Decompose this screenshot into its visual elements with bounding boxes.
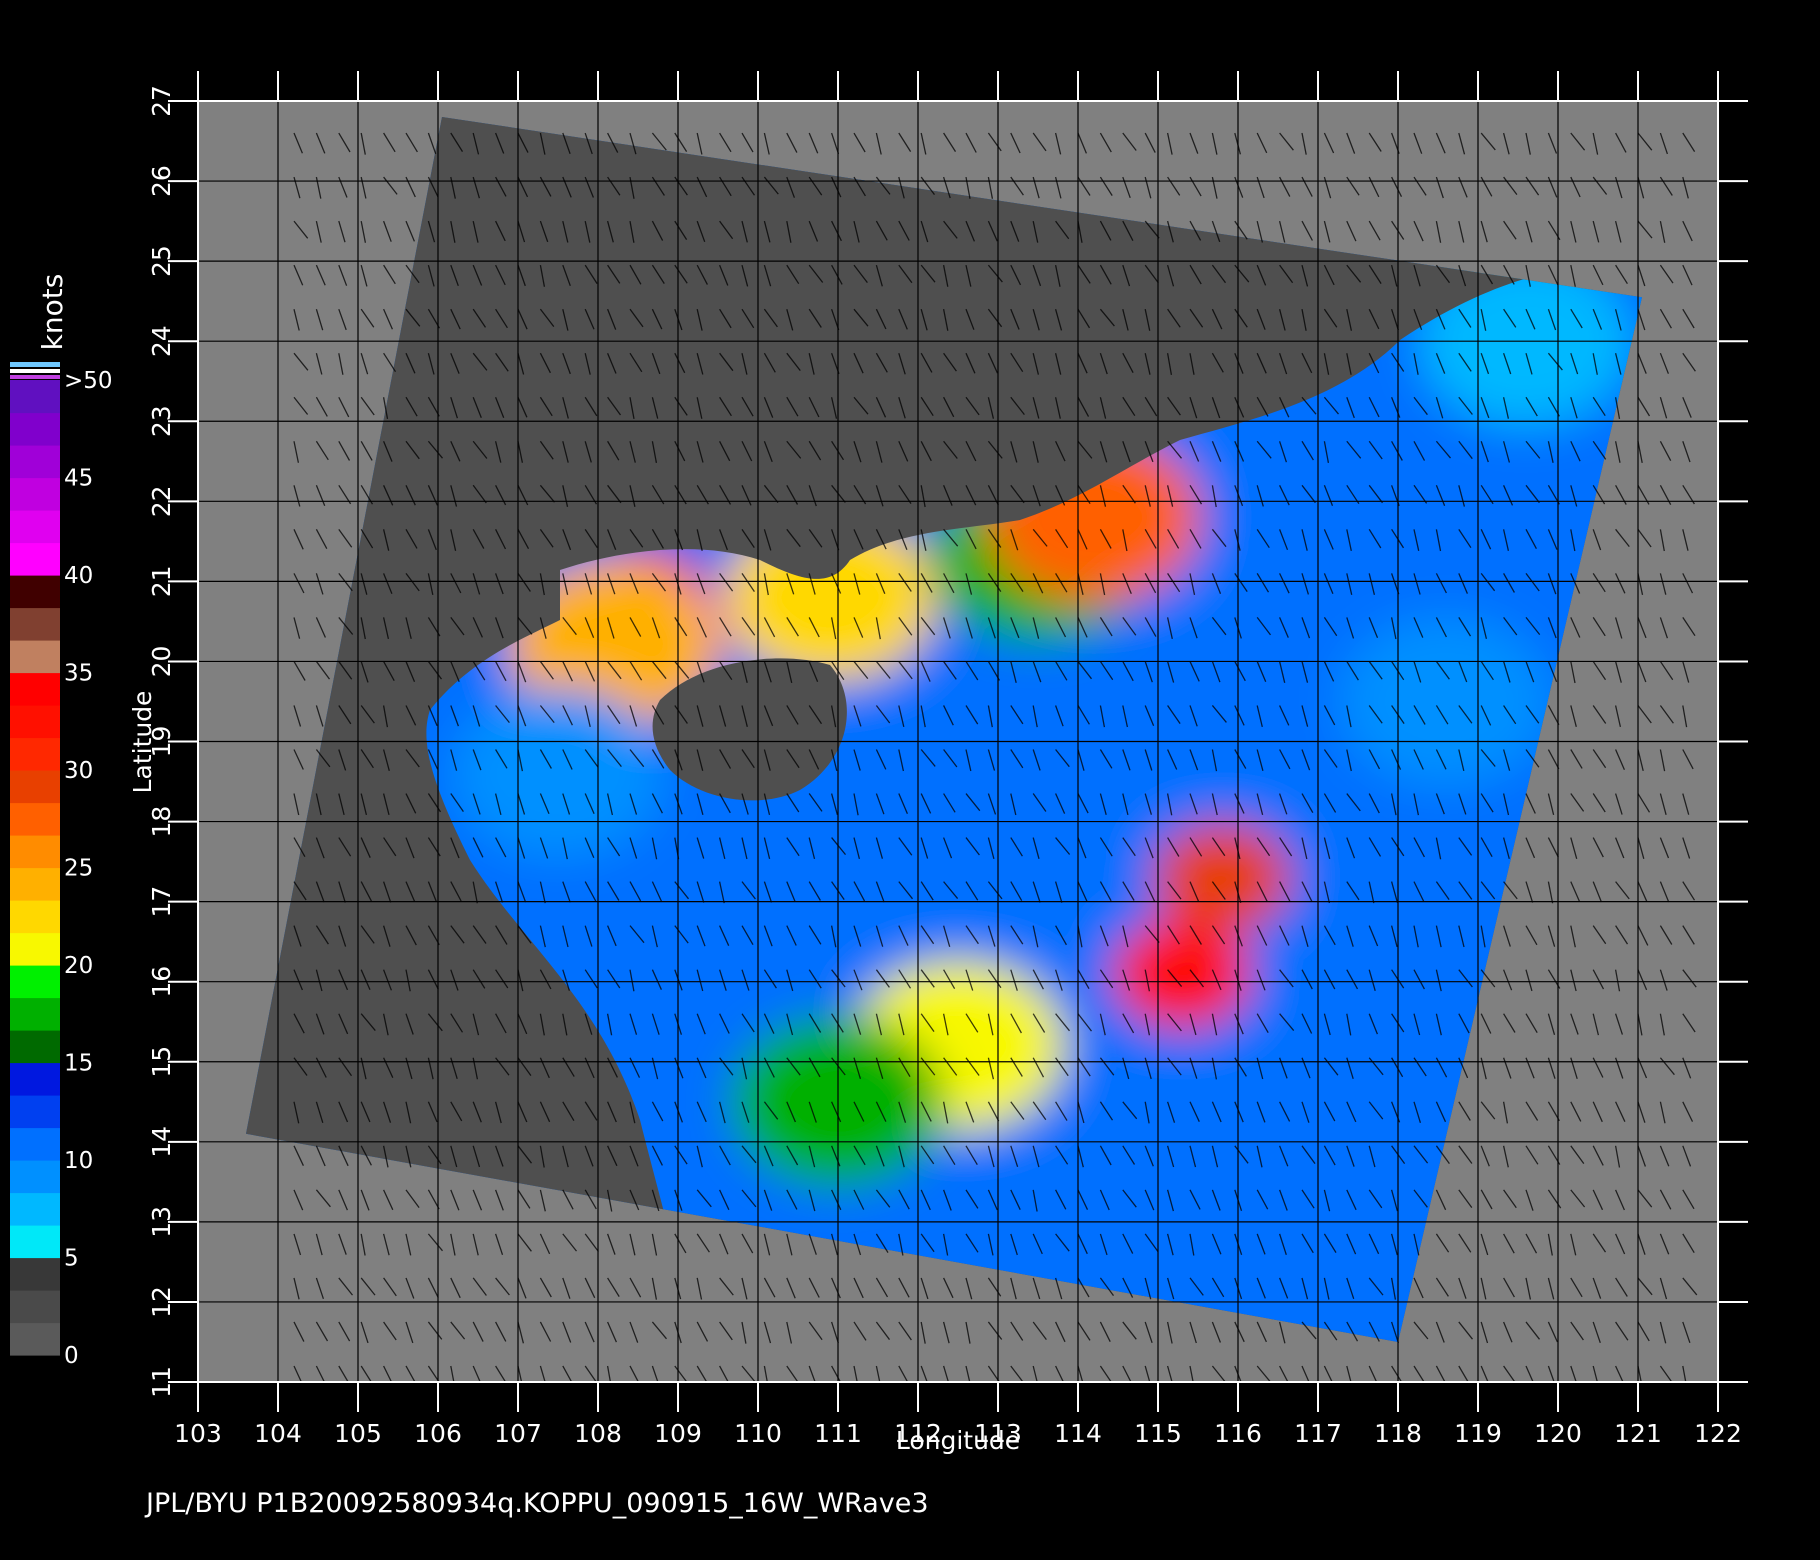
y-tick-label: 18: [147, 806, 176, 838]
colorbar-swatch: [10, 510, 60, 544]
x-tick-label: 117: [1294, 1419, 1342, 1448]
colorbar-swatch: [10, 1225, 60, 1259]
colorbar-swatch: [10, 1257, 60, 1291]
colorbar-swatch: [10, 835, 60, 869]
colorbar-swatch: [10, 770, 60, 804]
colorbar-swatch: [10, 802, 60, 836]
colorbar-swatch: [10, 1030, 60, 1064]
colorbar-swatch: [10, 1095, 60, 1129]
colorbar-swatch: [10, 445, 60, 479]
y-axis-title: Latitude: [128, 691, 157, 794]
colorbar-swatch: [10, 737, 60, 771]
colorbar-swatch: [10, 380, 60, 414]
y-tick-label: 15: [147, 1046, 176, 1078]
x-tick-label: 116: [1214, 1419, 1262, 1448]
y-tick-label: 20: [147, 646, 176, 678]
colorbar-swatch: [10, 1192, 60, 1226]
colorbar-unit: knots: [36, 274, 69, 351]
x-tick-label: 107: [494, 1419, 542, 1448]
colorbar-swatch: [10, 477, 60, 511]
colorbar-swatch: [10, 932, 60, 966]
x-tick-label: 103: [174, 1419, 222, 1448]
x-tick-label: 119: [1454, 1419, 1502, 1448]
colorbar-swatch: [10, 1290, 60, 1324]
colorbar-swatch: [10, 575, 60, 609]
y-tick-label: 11: [147, 1366, 176, 1398]
colorbar-label: 45: [64, 466, 93, 492]
y-tick-label: 17: [147, 886, 176, 918]
x-tick-label: 108: [574, 1419, 622, 1448]
colorbar-label: 20: [64, 953, 93, 979]
x-tick-label: 118: [1374, 1419, 1422, 1448]
y-tick-label: 14: [147, 1126, 176, 1158]
colorbar-swatch: [10, 672, 60, 706]
colorbar-label: 30: [64, 758, 93, 784]
colorbar-swatch: [10, 1322, 60, 1356]
x-tick-label: 106: [414, 1419, 462, 1448]
colorbar-overflow-swatch: [10, 362, 60, 367]
colorbar-label: 25: [64, 856, 93, 882]
footer-product-id: JPL/BYU P1B20092580934q.KOPPU_090915_16W…: [144, 1488, 929, 1519]
colorbar-swatch: [10, 705, 60, 739]
y-tick-label: 22: [147, 485, 176, 517]
colorbar-label: 35: [64, 661, 93, 687]
colorbar-swatch: [10, 640, 60, 674]
colorbar-swatch: [10, 965, 60, 999]
wind-region-koppu-center-north: [1153, 822, 1291, 933]
colorbar-overflow-swatch: [10, 375, 60, 379]
x-tick-label: 121: [1614, 1419, 1662, 1448]
colorbar-swatch: [10, 607, 60, 641]
y-tick-label: 26: [147, 165, 176, 197]
x-tick-label: 122: [1694, 1419, 1742, 1448]
wind-speed-map: 103 104 105 106 107 108 109 110 111 112 113 114 115 1…: [10, 71, 1748, 1519]
x-tick-label: 115: [1134, 1419, 1182, 1448]
colorbar-label: 40: [64, 563, 93, 589]
x-tick-label: 104: [254, 1419, 302, 1448]
colorbar-swatch: [10, 867, 60, 901]
colorbar-swatch: [10, 542, 60, 576]
y-tick-label: 13: [147, 1206, 176, 1238]
colorbar-label: 0: [64, 1343, 79, 1369]
y-tick-label: 25: [147, 245, 176, 277]
colorbar-label: 15: [64, 1051, 93, 1077]
y-tick-label: 27: [147, 85, 176, 117]
y-tick-label: 21: [147, 565, 176, 597]
colorbar-label: 10: [64, 1148, 93, 1174]
x-tick-label: 109: [654, 1419, 702, 1448]
colorbar-overflow-swatch: [10, 369, 60, 373]
x-tick-label: 110: [734, 1419, 782, 1448]
y-tick-label: 24: [147, 325, 176, 357]
colorbar-swatch: [10, 997, 60, 1031]
colorbar-swatch: [10, 900, 60, 934]
colorbar-label: 5: [64, 1246, 79, 1272]
x-tick-label: 111: [814, 1419, 862, 1448]
wind-region-east-swath: [1339, 616, 1553, 787]
x-axis-title: Longitude: [896, 1426, 1020, 1455]
y-tick-label: 16: [147, 966, 176, 998]
y-tick-label: 23: [147, 405, 176, 437]
colorbar-swatch: [10, 412, 60, 446]
x-tick-label: 120: [1534, 1419, 1582, 1448]
colorbar-label: >50: [64, 368, 113, 394]
x-tick-label: 105: [334, 1419, 382, 1448]
colorbar-swatch: [10, 1062, 60, 1096]
x-tick-label: 114: [1054, 1419, 1102, 1448]
colorbar-swatch: [10, 1160, 60, 1194]
y-tick-label: 12: [147, 1286, 176, 1318]
colorbar: 0 5 10 15 20 25 30 35 40 45 >50: [10, 362, 113, 1369]
colorbar-swatch: [10, 1127, 60, 1161]
wind-region-koppu-center-south: [1113, 918, 1251, 1029]
